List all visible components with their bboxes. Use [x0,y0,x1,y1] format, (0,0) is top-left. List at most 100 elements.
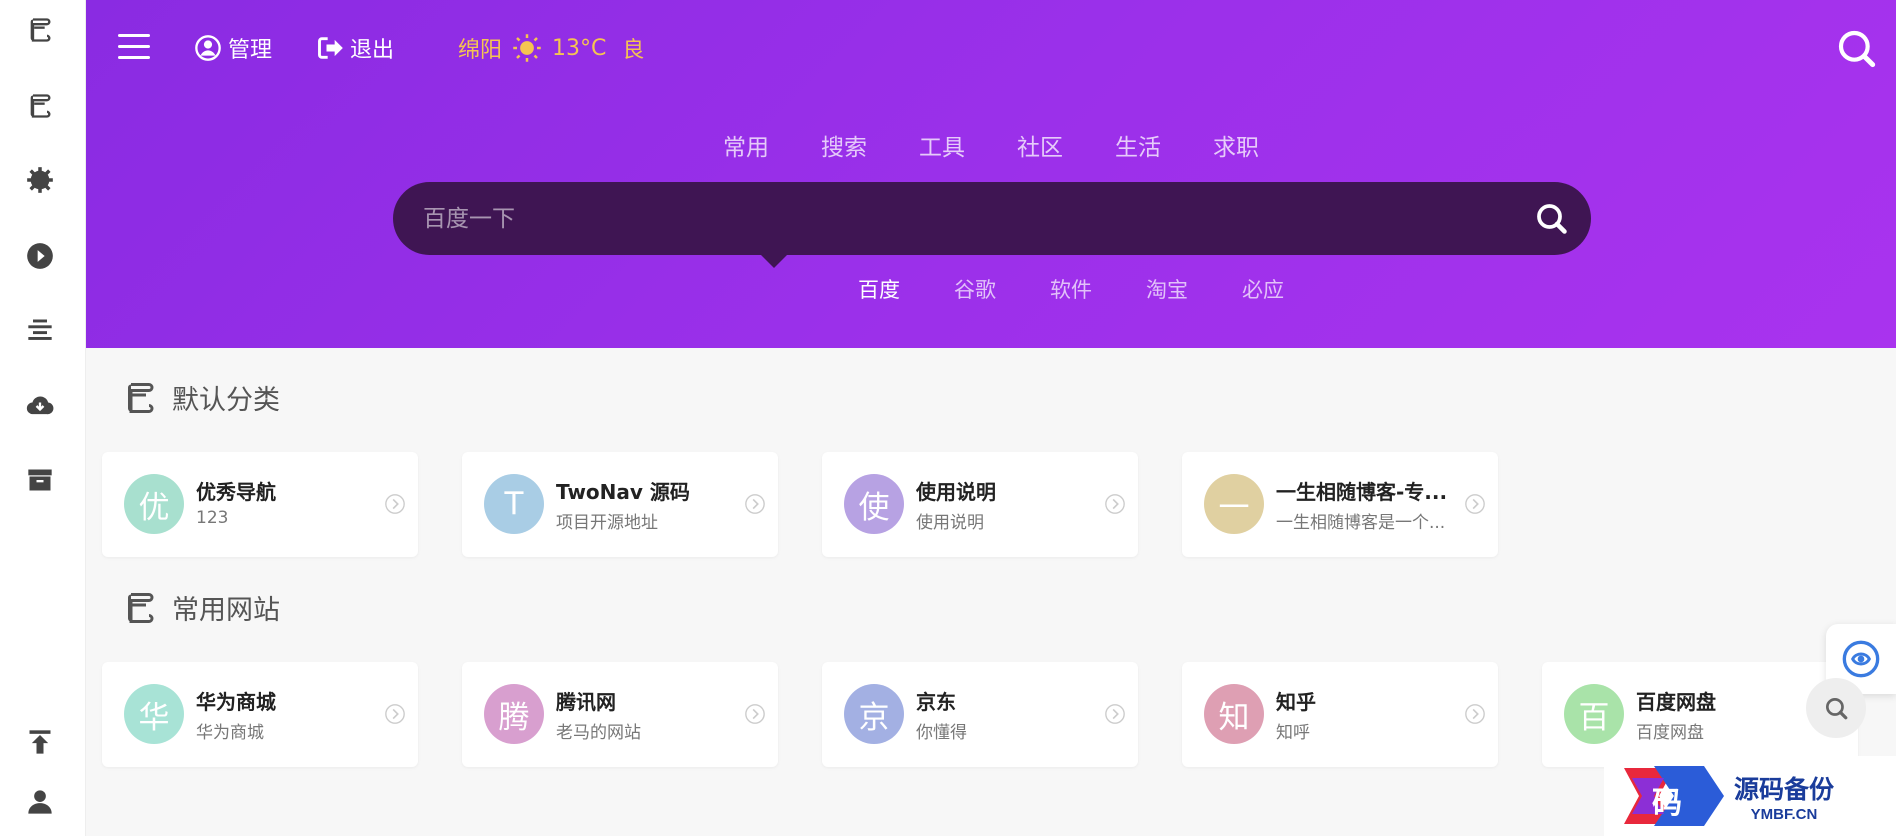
watermark-logo: 码 [1604,758,1734,834]
menu-toggle-button[interactable] [118,34,150,60]
engine-software[interactable]: 软件 [1050,274,1092,304]
gear-icon[interactable] [22,162,58,198]
engine-taobao[interactable]: 淘宝 [1146,274,1188,304]
site-name: 腾讯网 [556,690,616,714]
book-icon[interactable] [22,12,58,48]
cloud-download-icon[interactable] [22,388,58,424]
site-description: 老马的网站 [556,723,641,743]
engine-google[interactable]: 谷歌 [954,274,996,304]
user-icon[interactable] [22,784,58,820]
site-name: 使用说明 [916,480,996,504]
search-box [393,182,1591,255]
active-engine-caret [761,255,787,268]
site-description: 123 [196,508,229,528]
site-description: 知呼 [1276,723,1310,743]
search-input[interactable] [393,182,1493,255]
chevron-right-icon[interactable] [1104,493,1126,515]
site-card[interactable]: T TwoNav 源码项目开源地址 [462,452,778,557]
chevron-right-icon[interactable] [744,703,766,725]
align-center-icon[interactable] [22,312,58,348]
site-name: 京东 [916,690,956,714]
site-name: TwoNav 源码 [556,480,690,504]
site-avatar: 腾 [484,684,544,744]
site-description: 使用说明 [916,513,984,533]
tab-common[interactable]: 常用 [723,128,769,162]
section-title: 常用网站 [122,588,280,627]
manage-link[interactable]: 管理 [194,32,272,64]
site-avatar: 优 [124,474,184,534]
search-submit-button[interactable] [1533,200,1569,236]
chevron-right-icon[interactable] [384,703,406,725]
chevron-right-icon[interactable] [384,493,406,515]
tab-tools[interactable]: 工具 [919,128,965,162]
chevron-right-icon[interactable] [1104,703,1126,725]
section-title: 默认分类 [122,378,280,417]
site-name: 百度网盘 [1636,690,1716,714]
engine-tabs: 百度 谷歌 软件 淘宝 必应 [86,274,1896,304]
section-title-text: 默认分类 [172,385,280,416]
site-description: 一生相随博客是一个... [1276,513,1446,533]
weather-temp: 13°C [552,35,607,61]
site-avatar: 百 [1564,684,1624,744]
site-card[interactable]: 腾腾讯网老马的网站 [462,662,778,767]
site-name: 知乎 [1276,690,1316,714]
engine-baidu[interactable]: 百度 [858,274,900,304]
site-card[interactable]: 知知乎知呼 [1182,662,1498,767]
watermark-text: 源码备份 YMBF.CN [1734,770,1834,823]
archive-icon[interactable] [22,462,58,498]
site-card[interactable]: 一一生相随博客-专... 一生相随博客是一个... [1182,452,1498,557]
tab-search[interactable]: 搜索 [821,128,867,162]
tab-jobs[interactable]: 求职 [1213,128,1259,162]
site-description: 你懂得 [916,723,967,743]
book-icon [128,592,154,623]
site-card[interactable]: 京京东你懂得 [822,662,1138,767]
watermark-logo-char: 码 [1652,786,1682,821]
site-card[interactable]: 使使用说明 使用说明 [822,452,1138,557]
header: 管理 退出 绵阳 13°C 良 常用 搜索 工具 社区 生活 求职 百度 谷歌 [86,0,1896,348]
upload-icon[interactable] [22,724,58,760]
site-avatar: 京 [844,684,904,744]
site-avatar: 知 [1204,684,1264,744]
play-icon[interactable] [22,238,58,274]
site-card[interactable]: 华华为商城 华为商城 [102,662,418,767]
assistant-icon [1842,640,1880,678]
search-icon [1825,697,1848,720]
watermark-cn: 源码备份 [1734,774,1835,804]
site-avatar: 一 [1204,474,1264,534]
site-avatar: T [484,474,544,534]
floating-search-button[interactable] [1806,678,1866,738]
site-description: 项目开源地址 [556,513,658,533]
site-name: 优秀导航 [196,480,276,504]
tab-community[interactable]: 社区 [1017,128,1063,162]
manage-label: 管理 [228,38,273,63]
weather-city: 绵阳 [458,38,503,63]
site-avatar: 华 [124,684,184,744]
section-title-text: 常用网站 [172,595,280,626]
logout-label: 退出 [350,38,395,63]
category-tabs: 常用 搜索 工具 社区 生活 求职 [86,128,1896,162]
sign-out-icon [318,37,343,59]
user-circle-icon [195,35,221,61]
site-name: 一生相随博客-专... [1276,480,1448,504]
left-sidebar [0,0,86,836]
topbar: 管理 退出 绵阳 13°C 良 [86,0,1896,100]
search-icon[interactable] [1836,28,1876,68]
chevron-right-icon[interactable] [1464,703,1486,725]
chevron-right-icon[interactable] [1464,493,1486,515]
site-card[interactable]: 优优秀导航 123 [102,452,418,557]
book-icon [128,382,154,413]
watermark: 码 源码备份 YMBF.CN [1604,756,1896,836]
site-description: 百度网盘 [1636,723,1704,743]
tab-life[interactable]: 生活 [1115,128,1161,162]
watermark-en: YMBF.CN [1750,805,1818,823]
weather-widget[interactable]: 绵阳 13°C 良 [458,32,644,64]
chevron-right-icon[interactable] [744,493,766,515]
site-description: 华为商城 [196,723,264,743]
site-avatar: 使 [844,474,904,534]
site-name: 华为商城 [196,690,276,714]
sun-icon [513,34,541,62]
engine-bing[interactable]: 必应 [1242,274,1284,304]
logout-link[interactable]: 退出 [316,32,394,64]
book-icon[interactable] [22,88,58,124]
weather-quality: 良 [622,38,645,63]
